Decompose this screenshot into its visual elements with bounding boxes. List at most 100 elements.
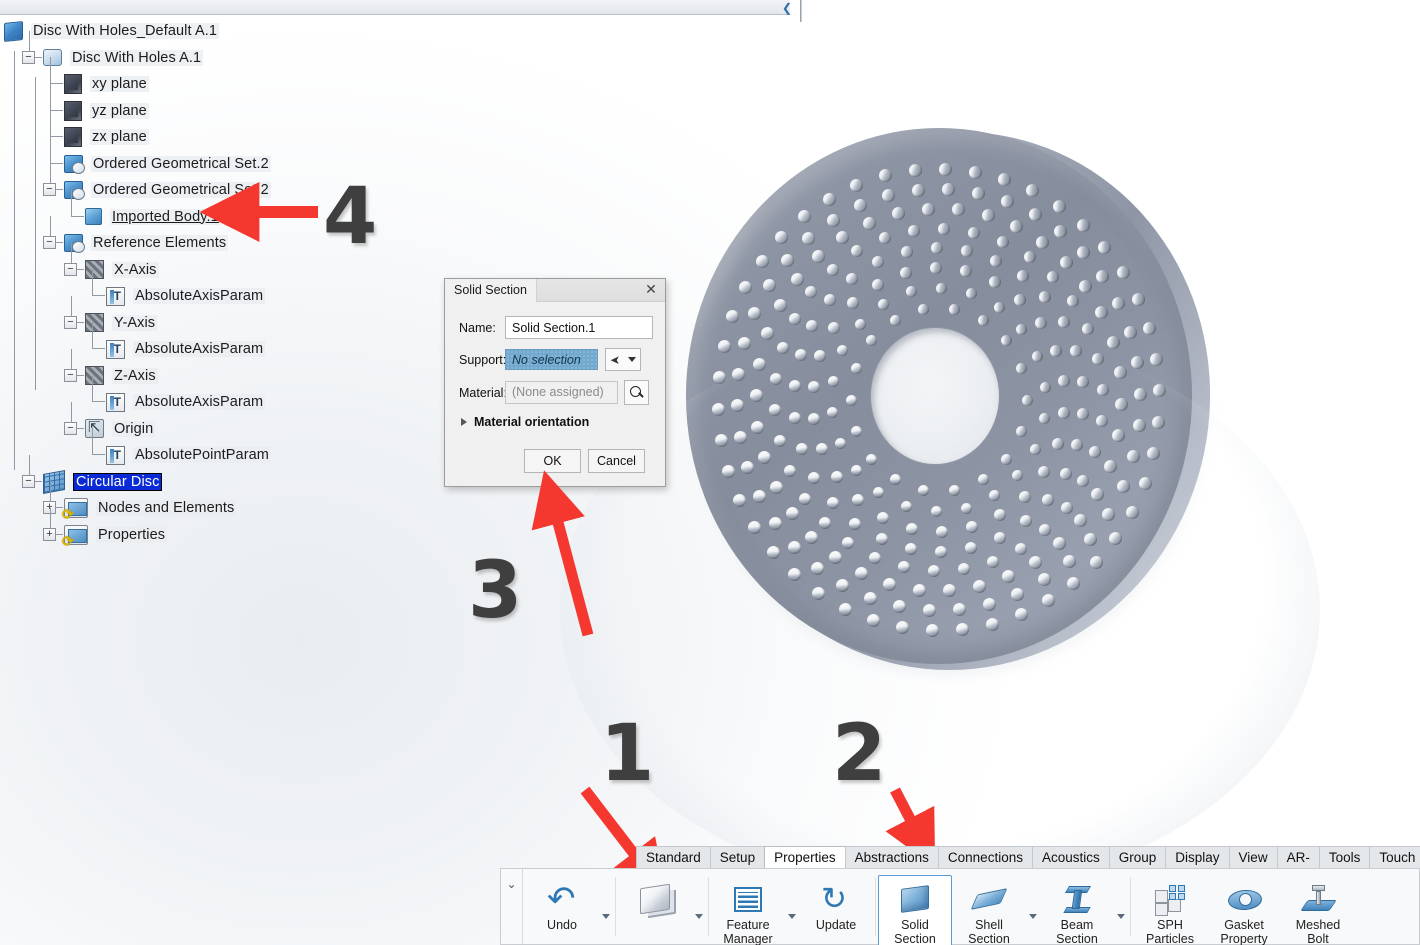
update-button[interactable]: Update (799, 875, 873, 941)
tree-body[interactable]: Disc With Holes_Default A.1 − Disc With Ho… (0, 15, 790, 550)
close-icon[interactable]: ✕ (642, 281, 660, 299)
disc-perforation (871, 278, 884, 291)
gasket-property-button[interactable]: Gasket Property (1207, 875, 1281, 945)
tree-connector (92, 454, 105, 455)
disc-perforation (930, 506, 942, 518)
ribbon-tabbar[interactable]: Standard Setup Properties Abstractions Conne… (636, 845, 1420, 887)
tree-node[interactable]: T AbsolutePointParam (106, 443, 271, 467)
ribbon-expand-icon[interactable]: ⌄ (501, 869, 523, 944)
geoset-icon (64, 234, 85, 253)
specification-tree-panel[interactable]: ❮ Disc With Holes_Default A.1− Disc With … (0, 0, 812, 842)
tree-node-label: AbsoluteAxisParam (133, 394, 266, 410)
shell-section-button[interactable]: Shell Section (952, 875, 1026, 945)
tree-node[interactable]: Z-Axis (85, 364, 158, 388)
tree-node[interactable]: T AbsoluteAxisParam (106, 337, 266, 361)
disc-perforation (972, 186, 986, 200)
tab-connections[interactable]: Connections (937, 846, 1033, 869)
support-picker-button[interactable]: ➤ (605, 348, 641, 371)
tree-node[interactable]: X-Axis (85, 258, 159, 282)
tree-node[interactable]: Y-Axis (85, 311, 158, 335)
beam-section-dropdown-icon[interactable] (1114, 914, 1128, 919)
disc-perforation (1070, 345, 1083, 358)
mesh-icon (43, 469, 65, 494)
geometry-cube-button[interactable] (618, 875, 692, 941)
tree-expander[interactable]: + (43, 527, 56, 541)
tree-node[interactable]: Reference Elements (64, 231, 229, 255)
ribbon-button-icon (1300, 882, 1337, 916)
tree-node[interactable]: Nodes and Elements (62, 496, 237, 523)
tab-acoustics[interactable]: Acoustics (1031, 846, 1110, 869)
tree-node[interactable]: Circular Disc (43, 469, 163, 494)
tree-node[interactable]: T AbsoluteAxisParam (106, 284, 266, 308)
ribbon[interactable]: Standard Setup Properties Abstractions Conne… (500, 845, 1420, 945)
disc-perforation (1116, 265, 1130, 279)
callout-number-3: 33 (464, 548, 526, 634)
shell-section-dropdown-icon[interactable] (1026, 914, 1040, 919)
tree-node[interactable]: Ordered Geometrical Set.2 (64, 152, 271, 176)
tree-expander[interactable]: − (22, 474, 35, 488)
tree-node[interactable]: xy plane (64, 72, 149, 96)
tab-setup[interactable]: Setup (709, 846, 766, 869)
tree-node[interactable]: Ordered Geometrical Set.2 (64, 178, 271, 202)
tree-expander[interactable]: − (64, 315, 77, 329)
tree-node[interactable]: Disc With Holes A.1 (43, 46, 204, 70)
tree-expander[interactable]: − (43, 183, 56, 196)
tab-touch[interactable]: Touch (1369, 846, 1420, 869)
name-row: Name: (459, 316, 653, 339)
disc-perforation (1035, 316, 1048, 329)
tree-node[interactable]: T AbsoluteAxisParam (106, 390, 266, 414)
geometry-cube-dropdown-icon[interactable] (692, 914, 706, 919)
beam-section-button[interactable]: Beam Section (1040, 875, 1114, 945)
tree-node[interactable]: Properties (62, 523, 168, 550)
meshed-bolt-button[interactable]: Meshed Bolt (1281, 875, 1355, 945)
tree-node[interactable]: Disc With Holes_Default A.1 (4, 19, 220, 43)
cancel-button[interactable]: Cancel (588, 449, 645, 473)
disc-perforation (987, 555, 1000, 568)
tree-expander[interactable]: − (64, 368, 77, 382)
disc-perforation (1077, 475, 1090, 488)
solid-section-dialog[interactable]: Solid Section ✕ Name: Support: No select… (444, 278, 666, 487)
disc-perforation (913, 583, 927, 597)
ribbon-body[interactable]: ⌄ Undo Feature Manager Update Solid Section… (500, 868, 1420, 945)
tab-properties[interactable]: Properties (764, 846, 846, 869)
tree-panel-divider[interactable] (800, 0, 802, 22)
disc-perforation (938, 222, 951, 235)
tree-node[interactable]: yz plane (64, 99, 149, 123)
folder-icon (62, 498, 88, 523)
name-input[interactable] (505, 316, 653, 339)
tab-ar-vr[interactable]: AR-VR (1276, 846, 1320, 887)
tab-view[interactable]: View (1228, 846, 1278, 869)
ribbon-button-icon (1155, 882, 1185, 916)
material-search-button[interactable] (624, 380, 649, 405)
tab-standard[interactable]: Standard (636, 846, 711, 869)
tree-node-label: AbsolutePointParam (133, 447, 271, 463)
support-field[interactable]: No selection (505, 349, 598, 370)
feature-manager-button[interactable]: Feature Manager (711, 875, 785, 945)
solid-section-button[interactable]: Solid Section (878, 875, 952, 945)
tree-expander[interactable]: − (43, 236, 56, 249)
sph-particles-button[interactable]: SPH Particles (1133, 875, 1207, 945)
feature-manager-dropdown-icon[interactable] (785, 914, 799, 919)
tree-connector (50, 110, 51, 137)
tab-abstractions[interactable]: Abstractions (844, 846, 939, 869)
tree-expander[interactable]: − (22, 50, 35, 64)
tree-expander[interactable]: − (64, 421, 77, 435)
tree-node[interactable]: Imported Body.1 (85, 205, 221, 229)
undo-button[interactable]: Undo (525, 875, 599, 941)
ok-button[interactable]: OK (524, 449, 581, 473)
disc-perforation (836, 579, 850, 593)
tree-node[interactable]: zx plane (64, 125, 149, 149)
tab-tools[interactable]: Tools (1318, 846, 1371, 869)
tree-node[interactable]: Origin (85, 417, 156, 441)
disc-perforation (977, 474, 989, 486)
tab-group[interactable]: Group (1108, 846, 1167, 869)
disc-perforation (814, 350, 827, 363)
undo-dropdown-icon[interactable] (599, 914, 613, 919)
disc-perforation (1057, 375, 1070, 388)
disc-perforation (897, 561, 910, 574)
tree-expander[interactable]: − (64, 262, 77, 276)
material-orientation-toggle[interactable]: Material orientation (461, 415, 589, 429)
tab-display[interactable]: Display (1165, 846, 1230, 869)
material-field[interactable]: (None assigned) (505, 381, 618, 404)
disc-perforation (1023, 251, 1036, 264)
